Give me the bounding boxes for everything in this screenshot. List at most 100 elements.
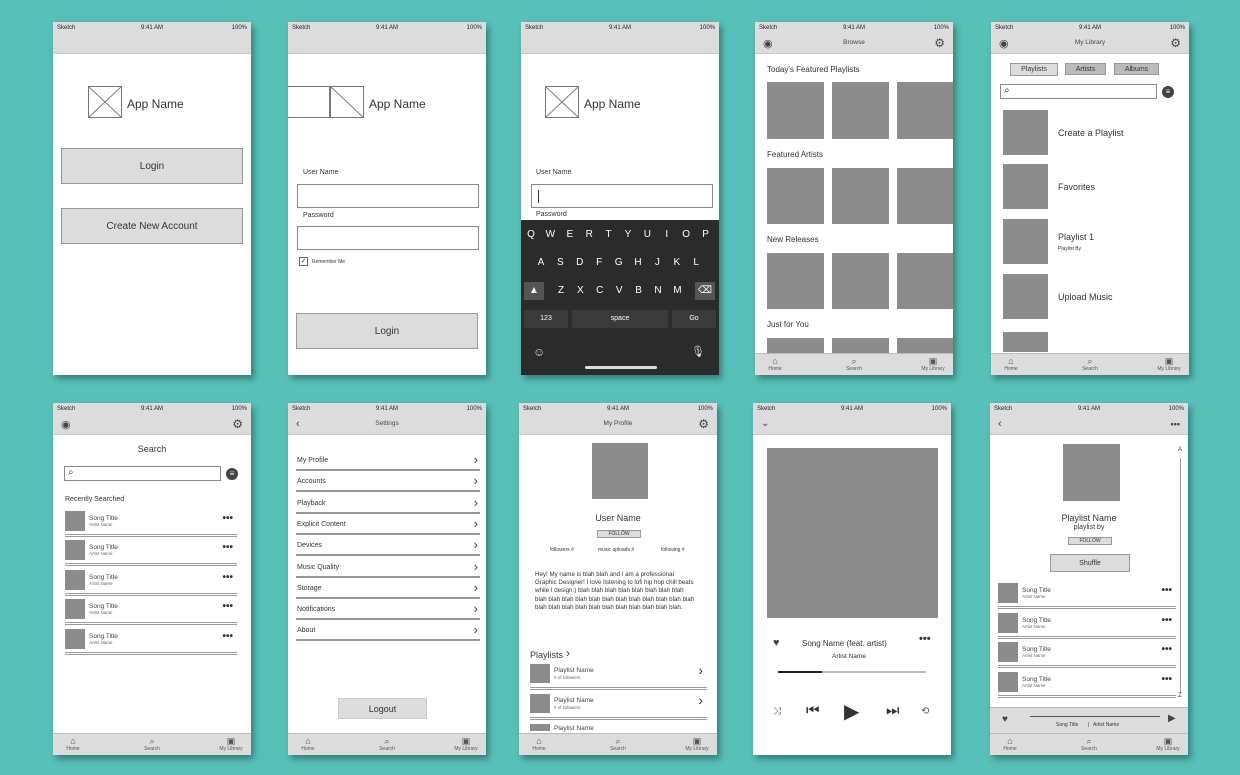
library-thumb[interactable] (1003, 110, 1048, 155)
library-thumb[interactable] (1003, 274, 1048, 319)
song-row[interactable]: Song Title Artist Name ••• (998, 641, 1176, 669)
repeat-icon[interactable]: ⟲ (921, 706, 929, 717)
keyboard-key[interactable]: K (670, 254, 684, 272)
username-field[interactable] (531, 184, 713, 208)
login-button[interactable]: Login (61, 148, 243, 184)
go-key[interactable]: Go (672, 310, 716, 328)
keyboard-key[interactable]: E (563, 226, 577, 244)
keyboard-key[interactable]: Y (621, 226, 635, 244)
song-row[interactable]: Song Title Artist Name ••• (998, 582, 1176, 609)
tab-home[interactable]: ⌂ Home (755, 356, 795, 372)
tab-home[interactable]: ⌂ Home (288, 736, 328, 752)
index-top[interactable]: A (1178, 447, 1182, 453)
play-icon[interactable]: ▶ (844, 699, 859, 724)
tab-library[interactable]: ▣ My Library (446, 736, 486, 752)
more-options-icon[interactable]: ••• (919, 633, 931, 645)
tab-albums[interactable]: Albums (1114, 63, 1159, 75)
keyboard-key[interactable]: C (593, 282, 607, 300)
keyboard-key[interactable]: V (612, 282, 626, 300)
play-icon[interactable]: ▶ (1168, 713, 1176, 724)
song-row[interactable]: Song Title Artist Name ••• (65, 569, 237, 596)
gear-icon[interactable]: ⚙ (1170, 36, 1181, 50)
more-options-icon[interactable]: ••• (222, 601, 233, 612)
library-item-label[interactable]: Upload Music (1058, 292, 1113, 302)
keyboard-key[interactable]: M (670, 282, 684, 300)
shift-key[interactable]: ▲ (524, 282, 544, 300)
previous-icon[interactable]: ⏮ (806, 702, 820, 719)
chevron-right-icon[interactable]: › (566, 646, 570, 660)
username-field[interactable] (297, 184, 479, 208)
heart-icon[interactable]: ♥ (773, 637, 780, 649)
more-options-icon[interactable]: ••• (222, 631, 233, 642)
library-item-label[interactable]: Create a Playlist (1058, 128, 1124, 138)
tab-playlists[interactable]: Playlists (1010, 63, 1058, 76)
keyboard-key[interactable]: D (573, 254, 587, 272)
song-row[interactable]: Song Title Artist Name ••• (998, 671, 1176, 699)
artist-tile[interactable] (767, 168, 824, 224)
release-tile[interactable] (767, 253, 824, 309)
playlist-tile[interactable] (767, 82, 824, 139)
playlist-row[interactable]: Playlist Name # of followers › (530, 692, 707, 720)
shuffle-icon[interactable]: ⤨ (773, 706, 781, 717)
release-tile[interactable] (832, 253, 889, 309)
library-thumb[interactable] (1003, 332, 1048, 352)
tab-search[interactable]: ⌕ Search (1070, 356, 1110, 372)
create-account-button[interactable]: Create New Account (61, 208, 243, 244)
tab-search[interactable]: ⌕ Search (598, 736, 638, 752)
search-input[interactable]: ⌕ (1000, 84, 1157, 99)
keyboard-key[interactable]: G (612, 254, 626, 272)
settings-item[interactable]: Explicit Content › (296, 514, 480, 535)
keyboard-key[interactable]: T (602, 226, 616, 244)
tab-home[interactable]: ⌂ Home (990, 736, 1030, 752)
gear-icon[interactable]: ⚙ (934, 36, 945, 50)
keyboard-key[interactable]: Q (524, 226, 538, 244)
tab-library[interactable]: ▣ My Library (1149, 356, 1189, 372)
tab-search[interactable]: ⌕ Search (834, 356, 874, 372)
tab-library[interactable]: ▣ My Library (1148, 736, 1188, 752)
settings-item[interactable]: Devices › (296, 535, 480, 557)
tab-home[interactable]: ⌂ Home (53, 736, 93, 752)
keyboard-key[interactable]: Z (554, 282, 568, 300)
next-icon[interactable]: ⏭ (886, 702, 900, 719)
follow-button[interactable]: FOLLOW (597, 530, 641, 538)
playlist-tile[interactable] (832, 82, 889, 139)
space-key[interactable]: space (572, 310, 668, 328)
keyboard-key[interactable]: P (699, 226, 713, 244)
menu-icon[interactable]: ≡ (226, 468, 238, 480)
login-button[interactable]: Login (296, 313, 478, 349)
song-row[interactable]: Song Title Artist Name ••• (65, 598, 237, 626)
numbers-key[interactable]: 123 (524, 310, 568, 328)
library-item-label[interactable]: Playlist 1 (1058, 232, 1094, 242)
keyboard-key[interactable]: U (640, 226, 654, 244)
tab-home[interactable]: ⌂ Home (991, 356, 1031, 372)
keyboard-key[interactable]: O (679, 226, 693, 244)
more-options-icon[interactable]: ••• (222, 542, 233, 553)
library-item-label[interactable]: Favorites (1058, 182, 1095, 192)
playlists-heading[interactable]: Playlists (530, 650, 563, 660)
chevron-right-icon[interactable]: › (698, 692, 703, 708)
settings-item[interactable]: Notifications › (296, 599, 480, 621)
chevron-down-icon[interactable]: ⌄ (761, 418, 769, 429)
library-thumb[interactable] (1003, 164, 1048, 209)
progress-track[interactable] (778, 671, 926, 673)
settings-item[interactable]: Playback › (296, 493, 480, 514)
tab-artists[interactable]: Artists (1065, 63, 1106, 75)
keyboard-key[interactable]: N (651, 282, 665, 300)
artist-tile[interactable] (897, 168, 953, 224)
keyboard-key[interactable]: J (650, 254, 664, 272)
heart-icon[interactable]: ♥ (1002, 714, 1008, 725)
password-field[interactable] (297, 226, 479, 250)
back-icon[interactable]: ‹ (998, 418, 1002, 430)
keyboard-key[interactable]: F (592, 254, 606, 272)
song-row[interactable]: Song Title Artist Name ••• (998, 612, 1176, 639)
index-scroll-track[interactable] (1180, 458, 1181, 693)
profile-icon[interactable]: ◉ (61, 418, 71, 431)
playlist-row[interactable]: Playlist Name (530, 723, 707, 732)
keyboard-key[interactable]: S (553, 254, 567, 272)
settings-item[interactable]: Accounts › (296, 471, 480, 493)
tab-search[interactable]: ⌕ Search (1069, 736, 1109, 752)
playlist-row[interactable]: Playlist Name # of followers › (530, 662, 707, 690)
more-options-icon[interactable]: ••• (1161, 585, 1172, 596)
chevron-right-icon[interactable]: › (698, 662, 703, 678)
song-row[interactable]: Song Title Artist Name ••• (65, 539, 237, 567)
